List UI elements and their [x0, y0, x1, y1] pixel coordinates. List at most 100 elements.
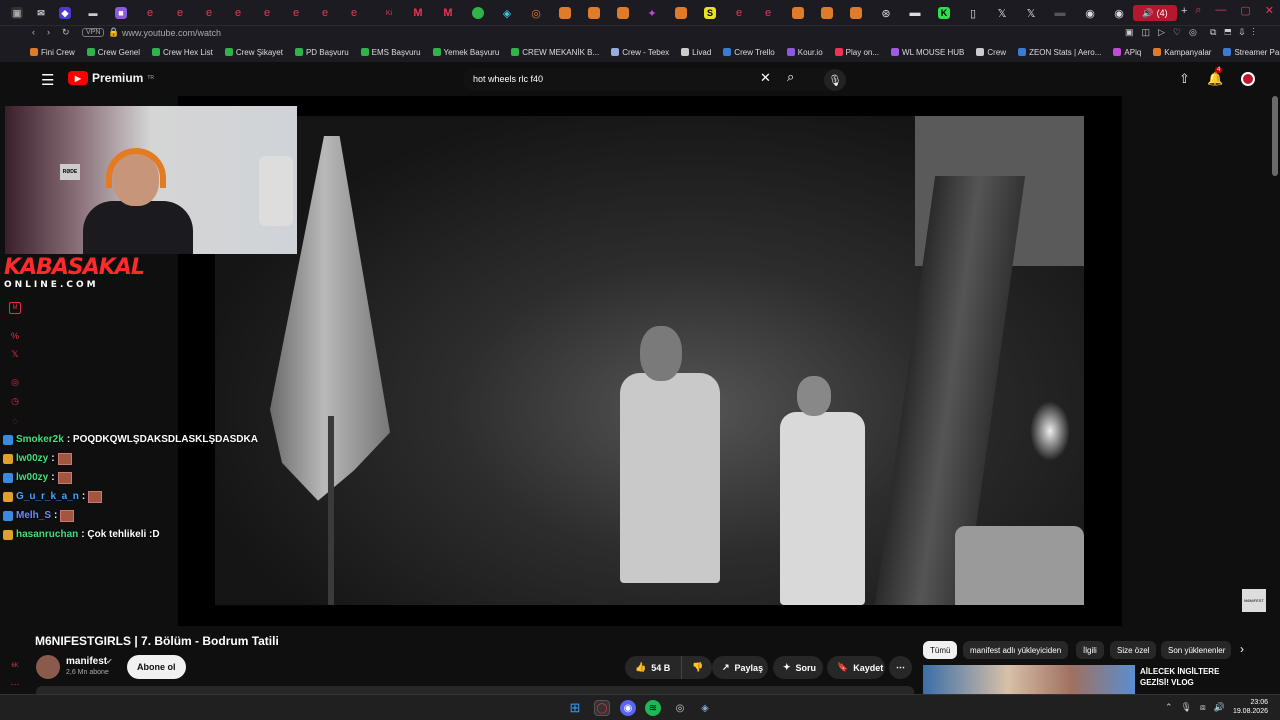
recommendation-thumbnail[interactable] [923, 665, 1135, 695]
tab-9[interactable]: e [225, 3, 251, 23]
tab-14[interactable]: Ki [376, 3, 402, 23]
bookmark-item[interactable]: Crew Genel [86, 48, 140, 57]
bookmark-item[interactable]: Play on... [834, 48, 879, 57]
tab-33[interactable]: K [931, 3, 957, 23]
upload-icon[interactable]: ⇧ [1179, 71, 1190, 87]
more-actions-button[interactable]: ⋯ [889, 656, 912, 679]
bookmark-item[interactable]: Livad [681, 48, 711, 57]
subscribe-button[interactable]: Abone ol [127, 655, 186, 679]
search-input[interactable]: hot wheels rlc f40 [463, 68, 838, 91]
bookmark-item[interactable]: Crew - Tebex [611, 48, 669, 57]
bookmark-item[interactable]: Crew Hex List [152, 48, 213, 57]
tab-30[interactable] [843, 3, 869, 23]
bookmark-item[interactable]: EMS Başvuru [360, 48, 421, 57]
tab-27[interactable]: e [755, 3, 781, 23]
tab-36[interactable]: 𝕏 [1018, 3, 1044, 23]
search-tabs-icon[interactable]: ⌕ [1195, 4, 1201, 17]
dislike-button[interactable]: 👎 [681, 656, 712, 679]
tab-20[interactable] [552, 3, 578, 23]
tab-2[interactable]: ✉ [28, 3, 54, 23]
clear-search-icon[interactable]: ✕ [760, 70, 771, 86]
tab-38[interactable]: ◉ [1077, 3, 1103, 23]
recommendation-title[interactable]: AİLECEK İNGİLTERE GEZİSİ! VLOG [1140, 666, 1250, 688]
chevron-up-icon[interactable]: ⌃ [1165, 702, 1173, 713]
tab-6[interactable]: e [137, 3, 163, 23]
windows-start-icon[interactable]: ⊞ [567, 700, 583, 716]
opera-icon[interactable]: ◯ [594, 700, 610, 716]
maximize-button[interactable]: ▢ [1240, 4, 1250, 17]
bookmark-item[interactable]: WL MOUSE HUB [891, 48, 964, 57]
tab-25[interactable]: S [697, 3, 723, 23]
audio-tab-group[interactable]: 🔊 (4) [1133, 5, 1177, 21]
menu-icon[interactable]: ☰ [41, 71, 54, 89]
tab-32[interactable]: ▬ [902, 3, 928, 23]
tab-13[interactable]: e [341, 3, 367, 23]
tab-17[interactable] [465, 3, 491, 23]
chip-2[interactable]: İlgili [1076, 641, 1104, 659]
tab-3[interactable]: ◆ [52, 3, 78, 23]
chevron-right-icon[interactable]: › [1240, 642, 1244, 656]
tab-39[interactable]: ◉ [1106, 3, 1132, 23]
tab-29[interactable] [814, 3, 840, 23]
tab-35[interactable]: 𝕏 [989, 3, 1015, 23]
url-text[interactable]: www.youtube.com/watch [122, 28, 221, 38]
microphone-icon[interactable]: 🎙 [824, 69, 846, 91]
close-button[interactable]: ✕ [1265, 4, 1274, 17]
chip-3[interactable]: Size özel [1110, 641, 1157, 659]
tab-34[interactable]: ▯ [960, 3, 986, 23]
channel-watermark[interactable]: M6NIFEST [1242, 589, 1266, 612]
bookmark-item[interactable]: Crew Trello [723, 48, 775, 57]
ask-button[interactable]: ✦ Soru [773, 656, 823, 679]
tab-10[interactable]: e [254, 3, 280, 23]
extension-icons[interactable]: ⧉⬒⇩⋮ [1210, 27, 1263, 38]
video-frame[interactable] [215, 116, 1084, 605]
app-icon[interactable]: ◎ [672, 700, 688, 716]
steam-icon[interactable]: ◈ [697, 700, 713, 716]
tab-11[interactable]: e [283, 3, 309, 23]
bookmark-item[interactable]: Kour.io [786, 48, 823, 57]
reload-icon[interactable]: ↻ [62, 27, 70, 38]
chip-0[interactable]: Tümü [923, 641, 958, 659]
tab-19[interactable]: ◎ [523, 3, 549, 23]
channel-avatar[interactable] [36, 655, 60, 679]
bookmark-item[interactable]: Crew [976, 48, 1006, 57]
toolbar-icons[interactable]: ▣◫▷♡◎ [1125, 27, 1205, 38]
scrollbar[interactable] [1272, 96, 1278, 176]
save-button[interactable]: 🔖 Kaydet [827, 656, 885, 679]
tab-18[interactable]: ◈ [494, 3, 520, 23]
tab-31[interactable]: ⊛ [873, 3, 899, 23]
tab-24[interactable] [668, 3, 694, 23]
tab-1[interactable]: ▣ [4, 3, 30, 23]
bookmark-item[interactable]: CREW MEKANİK B... [511, 48, 599, 57]
spotify-icon[interactable]: ≋ [645, 700, 661, 716]
tab-7[interactable]: e [167, 3, 193, 23]
bookmark-item[interactable]: Crew Şikayet [224, 48, 283, 57]
bookmark-item[interactable]: ZEON Stats | Aero... [1018, 48, 1101, 57]
tab-26[interactable]: e [726, 3, 752, 23]
back-icon[interactable]: ‹ [32, 27, 35, 37]
bell-icon[interactable]: 🔔 4 [1207, 67, 1223, 87]
tab-12[interactable]: e [312, 3, 338, 23]
youtube-logo[interactable]: ▶ Premium TR [68, 71, 154, 85]
tab-28[interactable] [785, 3, 811, 23]
like-button[interactable]: 👍 54 B [625, 656, 681, 679]
share-button[interactable]: ↗ Paylaş [712, 656, 768, 679]
tab-21[interactable] [581, 3, 607, 23]
bookmark-item[interactable]: Yemek Başvuru [432, 48, 499, 57]
new-tab-button[interactable]: + [1181, 5, 1187, 17]
tab-8[interactable]: e [196, 3, 222, 23]
system-clock[interactable]: 23:06 19.08.2026 [1232, 698, 1268, 716]
volume-icon[interactable]: 🔊 [1214, 702, 1225, 713]
bookmark-item[interactable]: Fini Crew [30, 48, 75, 57]
bookmark-item[interactable]: APiq [1113, 48, 1141, 57]
vpn-badge[interactable]: VPN [82, 28, 105, 37]
avatar[interactable] [1241, 72, 1255, 86]
tab-22[interactable] [610, 3, 636, 23]
discord-icon[interactable]: ◉ [620, 700, 636, 716]
channel-name[interactable]: manifest [66, 656, 107, 667]
forward-icon[interactable]: › [47, 27, 50, 37]
chip-4[interactable]: Son yüklenenler [1161, 641, 1231, 659]
network-icon[interactable]: ⧈ [1200, 702, 1206, 713]
search-icon[interactable]: ⌕ [787, 69, 794, 85]
description-box[interactable] [36, 686, 914, 694]
